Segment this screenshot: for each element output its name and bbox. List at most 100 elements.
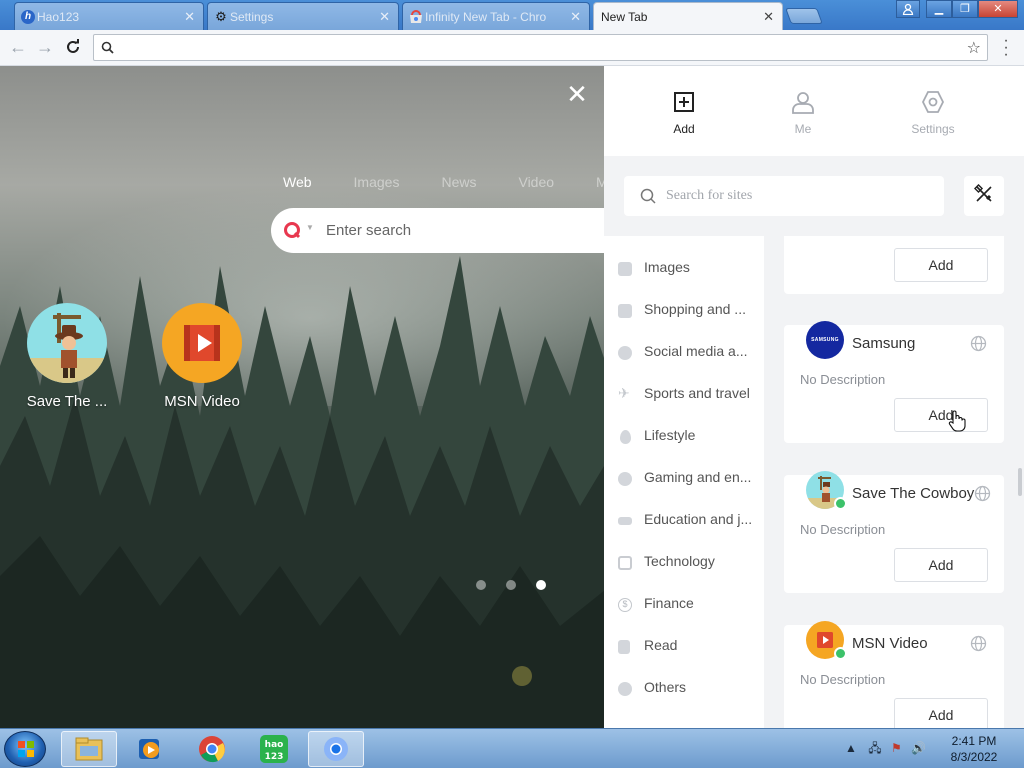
globe-icon[interactable] [970, 635, 987, 657]
reload-icon[interactable] [62, 36, 84, 58]
category-label: Shopping and ... [644, 301, 746, 317]
close-window-button[interactable]: ✕ [978, 0, 1018, 18]
close-tab-icon[interactable]: ✕ [379, 9, 390, 25]
category-lifestyle[interactable]: Lifestyle [618, 427, 758, 449]
add-site-button[interactable]: Add [894, 398, 988, 432]
image-icon [618, 262, 632, 276]
category-sports-travel[interactable]: ✈ Sports and travel [618, 385, 758, 407]
dollar-icon: $ [618, 598, 632, 612]
category-finance[interactable]: $ Finance [618, 595, 758, 617]
graduation-icon [618, 517, 632, 525]
custom-site-button[interactable] [964, 176, 1004, 216]
user-icon [758, 86, 848, 118]
chrome-webstore-icon [409, 10, 423, 24]
clock-time: 2:41 PM [951, 734, 997, 748]
maximize-button[interactable]: ❐ [952, 0, 978, 18]
browser-tab-settings[interactable]: ⚙ Settings ✕ [207, 2, 399, 30]
close-tab-icon[interactable]: ✕ [763, 9, 774, 25]
network-icon[interactable]: 🖧 [868, 741, 881, 755]
add-site-button[interactable]: Add [894, 548, 988, 582]
sites-search-box [624, 176, 944, 216]
close-tab-icon[interactable]: ✕ [184, 9, 195, 25]
page-dot[interactable] [506, 580, 516, 590]
site-description: No Description [800, 522, 886, 537]
volume-icon[interactable]: 🔊 [911, 741, 926, 755]
category-technology[interactable]: Technology [618, 553, 758, 575]
bookmark-star-icon[interactable]: ☆ [967, 38, 981, 58]
start-button[interactable] [4, 731, 46, 767]
user-icon[interactable] [896, 0, 920, 18]
category-others[interactable]: Others [618, 679, 758, 701]
hand-cursor-icon [948, 410, 966, 437]
category-education[interactable]: Education and j... [618, 511, 758, 533]
category-label: Read [644, 637, 678, 653]
hao123-icon: h [21, 10, 35, 24]
close-tab-icon[interactable]: ✕ [570, 9, 581, 25]
newtab-search-input[interactable] [326, 219, 596, 241]
browser-tab-infinity[interactable]: Infinity New Tab - Chro ✕ [402, 2, 590, 30]
add-site-button[interactable]: Add [894, 698, 988, 728]
dots-icon [618, 682, 632, 696]
browser-tab-hao123[interactable]: h Hao123 ✕ [14, 2, 204, 30]
panel-tab-settings[interactable]: Settings [888, 86, 978, 136]
address-bar[interactable]: ☆ [93, 34, 988, 61]
browser-menu-icon[interactable]: · · · [998, 33, 1014, 63]
windows-taskbar: hao 123 ▲ 🖧 ⚑ 🔊 2:41 PM 8/3/2022 [0, 728, 1024, 768]
hao123-icon[interactable]: hao 123 [246, 731, 302, 767]
search-tab-news[interactable]: News [441, 174, 476, 190]
minimize-button[interactable]: ▁ [926, 0, 952, 18]
close-panel-icon[interactable]: ✕ [566, 81, 588, 107]
globe-icon[interactable] [974, 485, 991, 507]
drop-icon [620, 430, 631, 444]
new-tab-button[interactable] [785, 8, 823, 24]
shortcut-label: Save The ... [26, 393, 108, 410]
explorer-icon[interactable] [61, 731, 117, 767]
category-gaming[interactable]: Gaming and en... [618, 469, 758, 491]
taskbar-clock[interactable]: 2:41 PM 8/3/2022 [942, 733, 1006, 765]
action-center-icon[interactable]: ⚑ [891, 741, 902, 755]
browser-tab-newtab[interactable]: New Tab ✕ [593, 2, 783, 30]
browser-tab-label: New Tab [601, 10, 648, 24]
forward-icon[interactable]: → [34, 36, 56, 58]
page-indicator [476, 577, 566, 595]
search-tab-images[interactable]: Images [354, 174, 400, 190]
browser-tabstrip: h Hao123 ✕ ⚙ Settings ✕ Infinity New Tab… [0, 0, 1024, 30]
show-hidden-icons-icon[interactable]: ▲ [845, 741, 857, 755]
site-card-partial: Add [784, 236, 1004, 294]
panel-tab-me[interactable]: Me [758, 86, 848, 136]
search-tab-web[interactable]: Web [283, 174, 312, 190]
panel-scrollbar[interactable] [1018, 468, 1022, 496]
page-dot-active[interactable] [536, 580, 546, 590]
media-player-icon[interactable] [122, 731, 178, 767]
panel-tab-add[interactable]: Add [639, 86, 729, 136]
hexagon-gear-icon [888, 86, 978, 118]
site-card-save-the-cowboy: Save The Cowboy No Description Add [784, 471, 1004, 593]
category-social-media[interactable]: Social media a... [618, 343, 758, 365]
back-icon[interactable]: ← [7, 36, 29, 58]
chevron-down-icon[interactable]: ▼ [306, 223, 314, 232]
samsung-logo: SAMSUNG [806, 321, 844, 359]
search-icon [101, 41, 114, 59]
category-label: Images [644, 259, 690, 275]
category-label: Finance [644, 595, 694, 611]
shortcut-msn-video[interactable]: MSN Video [147, 303, 257, 410]
page-dot[interactable] [476, 580, 486, 590]
chromium-icon[interactable] [308, 731, 364, 767]
search-icon [640, 188, 656, 209]
added-check-icon [834, 497, 847, 510]
site-description: No Description [800, 672, 886, 687]
category-read[interactable]: Read [618, 637, 758, 659]
sites-search-input[interactable] [666, 186, 926, 206]
shortcut-save-the-cowboy[interactable]: Save The ... [12, 303, 122, 410]
search-tab-video[interactable]: Video [518, 174, 554, 190]
add-site-button[interactable]: Add [894, 248, 988, 282]
browser-toolbar: ← → ☆ · · · [0, 30, 1024, 66]
category-images[interactable]: Images [618, 259, 758, 281]
search-engine-logo-icon[interactable] [283, 221, 301, 244]
category-label: Lifestyle [644, 427, 696, 443]
globe-icon[interactable] [970, 335, 987, 357]
circuit-icon [618, 556, 632, 570]
chrome-icon[interactable] [184, 731, 240, 767]
added-check-icon [834, 647, 847, 660]
category-shopping[interactable]: Shopping and ... [618, 301, 758, 323]
